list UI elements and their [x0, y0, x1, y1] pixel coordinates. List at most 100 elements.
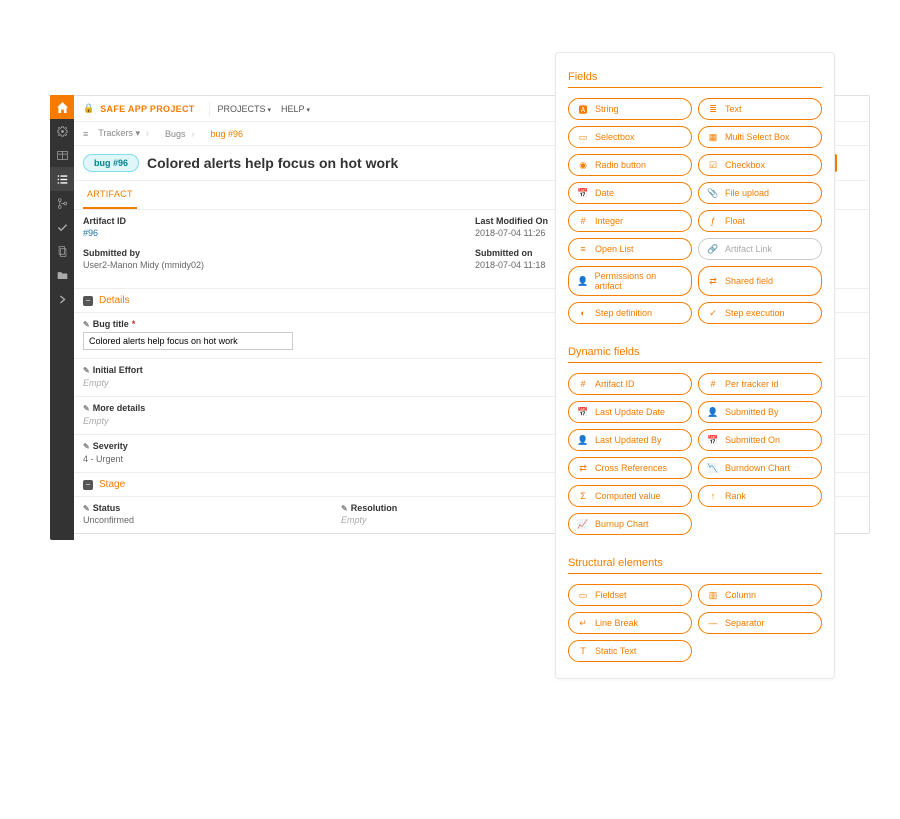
field-icon: ≣: [707, 103, 719, 115]
field-pill-date[interactable]: 📅Date: [568, 182, 692, 204]
field-label: Line Break: [595, 618, 638, 628]
field-icon: Σ: [577, 490, 589, 502]
status-value[interactable]: Unconfirmed: [83, 515, 321, 525]
field-pill-multi-select-box[interactable]: ▦Multi Select Box: [698, 126, 822, 148]
field-label: Static Text: [595, 646, 636, 656]
field-pill-last-updated-by[interactable]: 👤Last Updated By: [568, 429, 692, 451]
submitted-by-label: Submitted by: [83, 248, 445, 258]
resolution-value[interactable]: Empty: [341, 515, 579, 525]
fields-grid: 🅰String ≣ Text ▭Selectbox ▦Multi Select Box ◉…: [568, 98, 822, 324]
lock-icon: 🔒: [83, 103, 94, 114]
artifact-id-value[interactable]: #96: [83, 228, 445, 238]
field-label: File upload: [725, 188, 769, 198]
field-label: Fieldset: [595, 590, 627, 600]
field-label: Text: [725, 104, 742, 114]
field-pill-cross-references[interactable]: ⇄ Cross References: [568, 457, 692, 479]
field-pill-file-upload[interactable]: 📎 File upload: [698, 182, 822, 204]
field-pill-fieldset[interactable]: ▭Fieldset: [568, 584, 692, 606]
menu-help[interactable]: Help: [281, 104, 310, 114]
field-pill-separator[interactable]: —Separator: [698, 612, 822, 634]
field-label: Open List: [595, 244, 634, 254]
resolution-label: Resolution: [341, 503, 579, 513]
field-icon: 📎: [707, 187, 719, 199]
field-label: Date: [595, 188, 614, 198]
nav-docs[interactable]: [50, 239, 74, 263]
field-icon: ◐: [577, 307, 589, 319]
field-pill-selectbox[interactable]: ▭Selectbox: [568, 126, 692, 148]
field-icon: ▭: [577, 131, 589, 143]
field-icon: 👤: [707, 406, 719, 418]
field-pill-artifact-id[interactable]: #Artifact ID: [568, 373, 692, 395]
list-icon: ≡: [83, 129, 88, 139]
field-icon: ƒ: [707, 215, 719, 227]
structural-grid: ▭Fieldset ▥Column ↵ Line Break —Separator TSt…: [568, 584, 822, 662]
field-pill-open-list[interactable]: ≡ Open List: [568, 238, 692, 260]
nav-folder[interactable]: [50, 263, 74, 287]
field-pill-radio-button[interactable]: ◉Radio button: [568, 154, 692, 176]
bug-badge: bug #96: [83, 154, 139, 172]
field-pill-submitted-by[interactable]: 👤 Submitted By: [698, 401, 822, 423]
field-pill-step-execution[interactable]: ✓Step execution: [698, 302, 822, 324]
field-label: Submitted On: [725, 435, 780, 445]
field-pill-per-tracker-id[interactable]: # Per tracker id: [698, 373, 822, 395]
field-pill-shared-field[interactable]: ⇄Shared field: [698, 266, 822, 296]
field-label: Per tracker id: [725, 379, 779, 389]
submitted-by-value: User2-Manon Midy (mmidy02): [83, 260, 445, 270]
field-pill-burnup-chart[interactable]: 📈Burnup Chart: [568, 513, 692, 535]
field-pill-burndown-chart[interactable]: 📉 Burndown Chart: [698, 457, 822, 479]
field-pill-step-definition[interactable]: ◐Step definition: [568, 302, 692, 324]
project-name[interactable]: SAFE APP PROJECT: [100, 104, 194, 114]
field-label: Float: [725, 216, 745, 226]
field-pill-computed-value[interactable]: ΣComputed value: [568, 485, 692, 507]
field-icon: 👤: [577, 275, 589, 287]
field-label: Burndown Chart: [725, 463, 790, 473]
field-pill-column[interactable]: ▥Column: [698, 584, 822, 606]
nav-expand[interactable]: [50, 287, 74, 311]
field-label: Artifact Link: [725, 244, 772, 254]
nav-git[interactable]: [50, 191, 74, 215]
field-pill-text[interactable]: ≣ Text: [698, 98, 822, 120]
nav-check[interactable]: [50, 215, 74, 239]
field-icon: #: [577, 378, 589, 390]
field-label: Rank: [725, 491, 746, 501]
field-pill-checkbox[interactable]: ☑ Checkbox: [698, 154, 822, 176]
field-icon: ✓: [707, 307, 719, 319]
field-pill-permissions-on-artifact[interactable]: 👤Permissions on artifact: [568, 266, 692, 296]
field-label: Shared field: [725, 276, 773, 286]
field-pill-line-break[interactable]: ↵ Line Break: [568, 612, 692, 634]
field-label: Checkbox: [725, 160, 765, 170]
nav-settings[interactable]: [50, 119, 74, 143]
bug-title-input[interactable]: [83, 332, 293, 350]
tab-artifact[interactable]: Artifact: [83, 181, 137, 209]
field-label: Last Update Date: [595, 407, 665, 417]
field-icon: #: [707, 378, 719, 390]
status-label: Status: [83, 503, 321, 513]
field-pill-rank[interactable]: ↑Rank: [698, 485, 822, 507]
crumb-trackers[interactable]: Trackers ▾: [90, 126, 157, 141]
field-pill-static-text[interactable]: TStatic Text: [568, 640, 692, 662]
artifact-id-label: Artifact ID: [83, 216, 445, 226]
field-pill-float[interactable]: ƒ Float: [698, 210, 822, 232]
nav-table[interactable]: [50, 143, 74, 167]
nav-list[interactable]: [50, 167, 74, 191]
field-icon: ▥: [707, 589, 719, 601]
field-icon: ⇄: [577, 462, 589, 474]
field-pill-last-update-date[interactable]: 📅Last Update Date: [568, 401, 692, 423]
menu-projects[interactable]: Projects: [218, 104, 271, 114]
field-pill-integer[interactable]: #Integer: [568, 210, 692, 232]
collapse-icon: −: [83, 296, 93, 306]
field-icon: ☑: [707, 159, 719, 171]
field-icon: ◉: [577, 159, 589, 171]
field-icon: 📈: [577, 518, 589, 530]
field-pill-submitted-on[interactable]: 📅Submitted On: [698, 429, 822, 451]
crumb-current[interactable]: bug #96: [202, 127, 251, 141]
field-label: Submitted By: [725, 407, 779, 417]
field-icon: ≡: [577, 243, 589, 255]
nav-home[interactable]: [50, 95, 74, 119]
crumb-bugs[interactable]: Bugs: [157, 127, 203, 141]
field-icon: ↵: [577, 617, 589, 629]
field-pill-string[interactable]: 🅰String: [568, 98, 692, 120]
field-label: Cross References: [595, 463, 667, 473]
structural-heading: Structural elements: [568, 557, 822, 569]
field-icon: 📉: [707, 462, 719, 474]
